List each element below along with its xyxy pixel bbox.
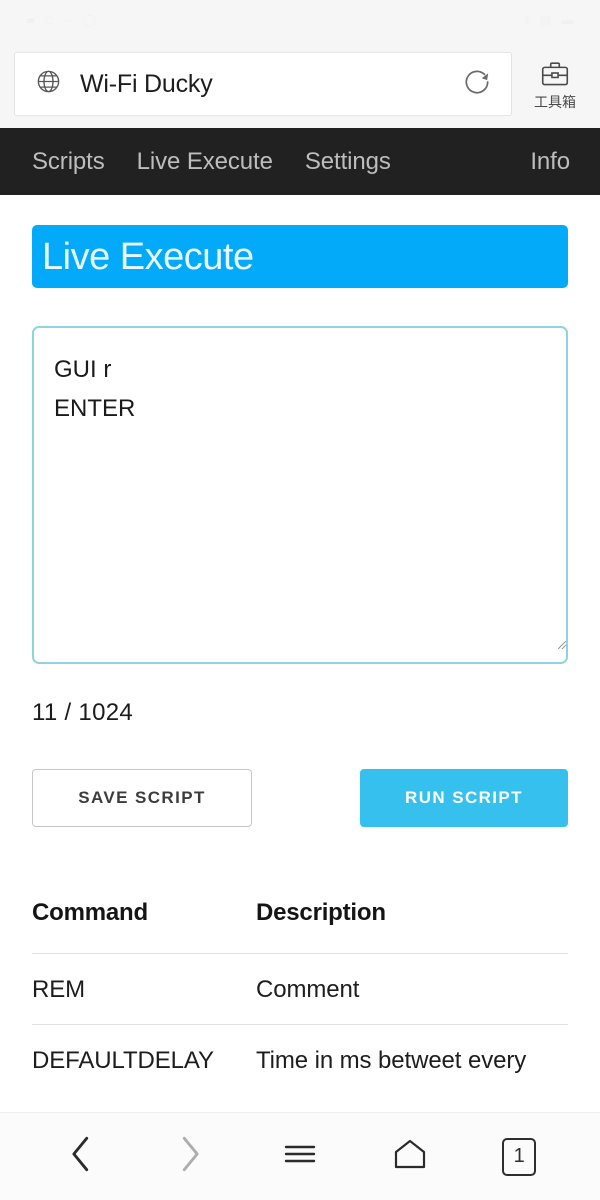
command-table-header-row: Command Description bbox=[32, 899, 568, 954]
cell-command: REM bbox=[32, 953, 256, 1025]
status-bar-right-group: ‖ ▤ ▬ bbox=[524, 13, 574, 27]
action-button-row: SAVE SCRIPT RUN SCRIPT bbox=[32, 769, 568, 827]
app-indicator-icon: ◯ bbox=[82, 13, 97, 27]
page-banner-title: Live Execute bbox=[42, 235, 254, 278]
script-input[interactable] bbox=[32, 326, 568, 664]
nav-item-live-execute[interactable]: Live Execute bbox=[121, 148, 289, 176]
clock-text: ▬ bbox=[561, 13, 574, 27]
menu-icon bbox=[282, 1140, 318, 1173]
command-reference-table: Command Description REM Comment DEFAULTD… bbox=[32, 899, 568, 1095]
command-table-body: REM Comment DEFAULTDELAY Time in ms betw… bbox=[32, 953, 568, 1095]
site-navigation-bar: Scripts Live Execute Settings Info bbox=[0, 128, 600, 195]
tab-switcher-button[interactable]: 1 bbox=[487, 1125, 551, 1189]
back-icon bbox=[68, 1134, 94, 1179]
browser-bottom-toolbar: 1 bbox=[0, 1112, 600, 1200]
phone-status-bar: ▰ □ ·· ◯ ‖ ▤ ▬ bbox=[0, 0, 600, 40]
command-table-head: Command Description bbox=[32, 899, 568, 954]
tab-count-badge: 1 bbox=[502, 1137, 537, 1176]
cell-description: Comment bbox=[256, 953, 568, 1025]
browser-toolbar: Wi-Fi Ducky 工具箱 bbox=[0, 40, 600, 128]
site-nav-left-group: Scripts Live Execute Settings bbox=[16, 148, 514, 176]
menu-button[interactable] bbox=[268, 1125, 332, 1189]
globe-icon bbox=[35, 68, 62, 100]
nav-item-scripts[interactable]: Scripts bbox=[16, 148, 121, 176]
nav-item-settings[interactable]: Settings bbox=[289, 148, 407, 176]
cell-description: Time in ms betweet every bbox=[256, 1024, 568, 1095]
address-bar[interactable]: Wi-Fi Ducky bbox=[14, 52, 512, 116]
notification-dots-icon: ·· bbox=[63, 13, 73, 27]
table-row: REM Comment bbox=[32, 953, 568, 1025]
forward-icon bbox=[177, 1134, 203, 1179]
home-icon bbox=[391, 1137, 429, 1176]
page-title: Wi-Fi Ducky bbox=[80, 69, 213, 98]
signal-icon: ▰ bbox=[26, 13, 36, 27]
column-header-command: Command bbox=[32, 899, 148, 926]
run-script-button[interactable]: RUN SCRIPT bbox=[360, 769, 568, 827]
nav-item-info[interactable]: Info bbox=[514, 148, 584, 176]
home-button[interactable] bbox=[378, 1125, 442, 1189]
sim-icon: □ bbox=[45, 13, 54, 27]
status-bar-left-group: ▰ □ ·· ◯ bbox=[26, 13, 96, 27]
forward-button[interactable] bbox=[158, 1125, 222, 1189]
table-row: DEFAULTDELAY Time in ms betweet every bbox=[32, 1024, 568, 1095]
cell-command: DEFAULTDELAY bbox=[32, 1024, 256, 1095]
reload-icon[interactable] bbox=[461, 66, 493, 103]
save-script-button[interactable]: SAVE SCRIPT bbox=[32, 769, 252, 827]
toolbox-button[interactable]: 工具箱 bbox=[524, 60, 586, 109]
toolbox-icon bbox=[540, 60, 570, 92]
toolbox-label: 工具箱 bbox=[534, 93, 576, 110]
wifi-icon: ‖ bbox=[524, 13, 530, 27]
battery-icon: ▤ bbox=[539, 13, 552, 27]
page-banner: Live Execute bbox=[32, 225, 568, 288]
character-counter: 11 / 1024 bbox=[32, 699, 134, 726]
back-button[interactable] bbox=[49, 1125, 113, 1189]
page-content: Live Execute 11 / 1024 SAVE SCRIPT RUN S… bbox=[0, 225, 600, 1095]
column-header-description: Description bbox=[256, 899, 386, 926]
